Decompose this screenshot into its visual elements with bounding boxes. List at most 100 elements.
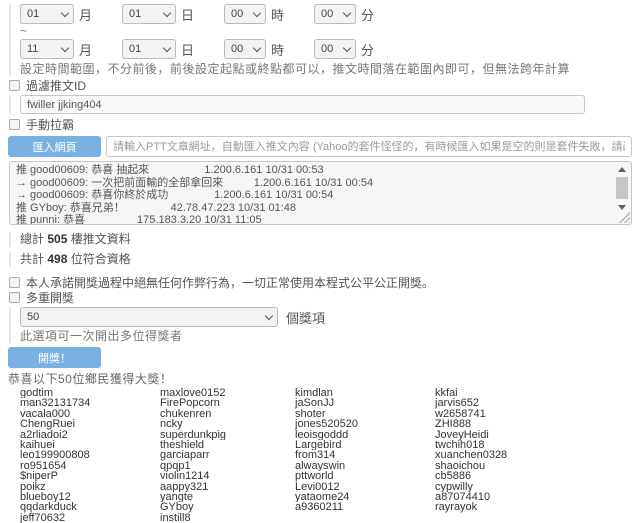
winner-name: from314 xyxy=(295,450,435,460)
winner-name: JoveyHeidi xyxy=(435,430,632,440)
to-hour-select[interactable]: 00 xyxy=(224,39,266,59)
winner-name: ro951654 xyxy=(20,461,160,471)
winner-name: violin1214 xyxy=(160,471,295,481)
winner-name: a87074410 xyxy=(435,492,632,502)
arrow-up-icon xyxy=(618,167,626,172)
winner-name: man32131734 xyxy=(20,398,160,408)
to-hour-select-wrap: 00 xyxy=(224,39,266,59)
total-comments-line-wrap: 總計 505 樓推文資料 xyxy=(9,232,632,247)
prize-count-suffix: 個獎項 xyxy=(286,308,325,327)
to-month-select[interactable]: 11 xyxy=(20,39,74,59)
winner-name: GYboy xyxy=(160,502,295,512)
winner-name: poikz xyxy=(20,482,160,492)
winner-name: $niperP xyxy=(20,471,160,481)
comments-textarea[interactable] xyxy=(9,161,632,225)
qualified-count: 498 xyxy=(47,252,67,266)
pledge-checkbox[interactable] xyxy=(9,277,20,288)
manual-slot-checkbox[interactable] xyxy=(9,119,20,130)
qualified-line-wrap: 共計 498 位符合資格 xyxy=(9,252,632,267)
month-label: 月 xyxy=(79,40,92,59)
prize-count-select-wrap: 50 xyxy=(20,307,278,327)
arrow-down-icon xyxy=(618,205,626,210)
filter-id-input[interactable] xyxy=(20,95,585,114)
winner-name: cb5886 xyxy=(435,471,632,481)
from-month-select-wrap: 01 xyxy=(20,4,74,24)
prize-count-section: 50 個獎項 此選項可一次開出多位得獎者 xyxy=(9,307,632,343)
winner-name: shoter xyxy=(295,409,435,419)
filter-id-checkbox-row: 過濾推文ID xyxy=(8,79,632,92)
scroll-down-button[interactable] xyxy=(614,201,630,213)
pledge-label: 本人承諾開獎過程中絕無任何作弊行為，一切正常使用本程式公平公正開獎。 xyxy=(26,274,434,291)
multi-draw-checkbox[interactable] xyxy=(9,292,20,303)
qualified-line: 共計 498 位符合資格 xyxy=(20,252,632,267)
winner-name: superdunkpig xyxy=(160,430,295,440)
to-day-select[interactable]: 01 xyxy=(122,39,176,59)
winner-name: leoisgoddd xyxy=(295,430,435,440)
total-suffix: 樓推文資料 xyxy=(71,232,131,246)
from-month-select[interactable]: 01 xyxy=(20,4,74,24)
from-day-select[interactable]: 01 xyxy=(122,4,176,24)
winner-name: alwayswin xyxy=(295,461,435,471)
from-hour-select[interactable]: 00 xyxy=(224,4,266,24)
import-row: 匯入網頁 xyxy=(8,136,632,157)
winner-name: FirePopcorn xyxy=(160,398,295,408)
month-label: 月 xyxy=(79,5,92,24)
prize-count-select[interactable]: 50 xyxy=(20,307,278,327)
winner-name: Largebird xyxy=(295,440,435,450)
winner-name: kkfai xyxy=(435,388,632,398)
winner-name: shaoichou xyxy=(435,461,632,471)
prize-count-row: 50 個獎項 xyxy=(20,307,632,327)
time-range-from-row: 01 月 01 日 00 時 00 分 xyxy=(20,4,632,24)
winners-grid: godtimman32131734vacala000ChengRueia2rli… xyxy=(8,388,632,523)
to-day-select-wrap: 01 xyxy=(122,39,176,59)
winner-name: theshield xyxy=(160,440,295,450)
winner-name: a9360211 xyxy=(295,502,435,512)
scroll-up-button[interactable] xyxy=(614,163,630,175)
pledge-checkbox-row: 本人承諾開獎過程中絕無任何作弊行為，一切正常使用本程式公平公正開獎。 xyxy=(8,276,632,289)
winner-name: jarvis652 xyxy=(435,398,632,408)
scrollbar-thumb[interactable] xyxy=(616,177,628,199)
winner-name: ZHI888 xyxy=(435,419,632,429)
total-count: 505 xyxy=(47,232,67,246)
winner-name: vacala000 xyxy=(20,409,160,419)
multi-draw-label: 多重開獎 xyxy=(26,289,74,306)
manual-slot-label: 手動拉霸 xyxy=(26,116,74,133)
winner-name: ncky xyxy=(160,419,295,429)
article-url-input[interactable] xyxy=(106,136,632,157)
time-range-hint: 設定時間範圍，不分前後，前後設定起點或終點都可以，推文時間落在範圍內即可，但無法… xyxy=(20,62,632,76)
winner-name: qqdarkduck xyxy=(20,502,160,512)
to-minute-select-wrap: 00 xyxy=(314,39,356,59)
time-range-to-row: 11 月 01 日 00 時 00 分 xyxy=(20,39,632,59)
winner-name: garciaparr xyxy=(160,450,295,460)
winner-name: yangte xyxy=(160,492,295,502)
winner-name: pttworld xyxy=(295,471,435,481)
winner-name: jeff70632 xyxy=(20,513,160,523)
draw-button[interactable]: 開獎！ xyxy=(8,347,101,368)
day-label: 日 xyxy=(181,5,194,24)
from-minute-select[interactable]: 00 xyxy=(314,4,356,24)
from-minute-select-wrap: 00 xyxy=(314,4,356,24)
minute-label: 分 xyxy=(361,40,374,59)
winner-name: xuanchen0328 xyxy=(435,450,632,460)
winner-name: godtim xyxy=(20,388,160,398)
draw-button-row: 開獎！ xyxy=(8,347,632,368)
winner-name: a2rliadoi2 xyxy=(20,430,160,440)
import-button[interactable]: 匯入網頁 xyxy=(8,136,101,157)
qualified-prefix: 共計 xyxy=(20,252,44,266)
filter-id-input-section xyxy=(9,95,632,114)
winner-name: rayrayok xyxy=(435,502,632,512)
time-range-separator: ~ xyxy=(20,26,632,37)
page: 01 月 01 日 00 時 00 分 ~ 11 xyxy=(0,0,640,523)
winner-name: chukenren xyxy=(160,409,295,419)
winner-name: jones520520 xyxy=(295,419,435,429)
filter-id-checkbox[interactable] xyxy=(9,80,20,91)
winner-name: maxlove0152 xyxy=(160,388,295,398)
winner-name: twchih018 xyxy=(435,440,632,450)
qualified-suffix: 位符合資格 xyxy=(71,252,131,266)
total-comments-line: 總計 505 樓推文資料 xyxy=(20,232,632,247)
to-minute-select[interactable]: 00 xyxy=(314,39,356,59)
winner-name: w2658741 xyxy=(435,409,632,419)
winner-name: ChengRuei xyxy=(20,419,160,429)
total-prefix: 總計 xyxy=(20,232,44,246)
multi-draw-checkbox-row: 多重開獎 xyxy=(8,291,632,304)
